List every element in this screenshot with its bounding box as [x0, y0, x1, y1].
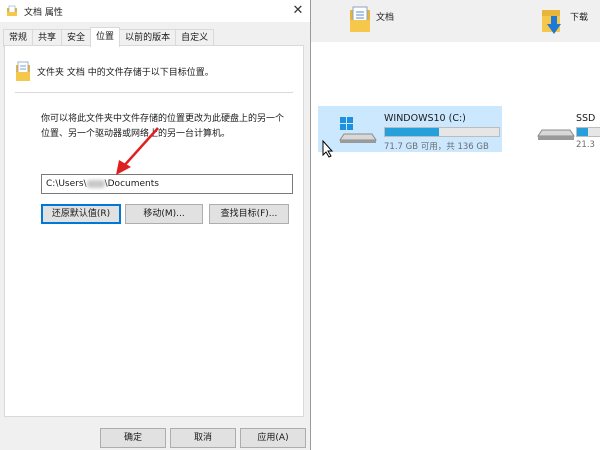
mouse-cursor-icon: [322, 140, 334, 158]
documents-folder-icon: [7, 5, 17, 16]
drive-capacity: 71.7 GB 可用，共 136 GB: [384, 142, 489, 152]
drive-usage-bar: [384, 127, 500, 137]
tab-strip: 常规 共享 安全 位置 以前的版本 自定义: [3, 27, 215, 47]
downloads-folder-icon: [542, 10, 561, 34]
title-bar: 文档 属性 ✕: [0, 0, 310, 22]
description-text: 文件夹 文档 中的文件存储于以下目标位置。: [37, 67, 214, 78]
drive-c[interactable]: WINDOWS10 (C:) 71.7 GB 可用，共 136 GB: [318, 106, 502, 152]
folder-strip: 文档 下载: [310, 0, 600, 42]
file-explorer: 文档 下载 WINDOWS10 (C:) 71.7 GB 可用，共 136 GB: [310, 0, 600, 450]
drive-capacity: 21.3: [576, 140, 595, 150]
documents-folder-icon: [16, 61, 30, 81]
location-path-input[interactable]: C:\Users\ \Documents: [41, 174, 293, 194]
location-panel: 文件夹 文档 中的文件存储于以下目标位置。 你可以将此文件夹中文件存储的位置更改…: [4, 45, 304, 417]
find-target-button[interactable]: 查找目标(F)...: [209, 204, 289, 224]
apply-button[interactable]: 应用(A): [240, 428, 306, 448]
dialog-title: 文档 属性: [24, 8, 63, 18]
path-suffix: \Documents: [104, 179, 159, 189]
restore-default-button[interactable]: 还原默认值(R): [41, 204, 121, 224]
divider: [15, 92, 293, 93]
close-icon[interactable]: ✕: [286, 0, 310, 22]
folder-label: 文档: [376, 13, 395, 23]
drive-ssd[interactable]: SSD 21.3: [536, 106, 600, 152]
documents-folder-icon: [350, 6, 370, 32]
drive-name: WINDOWS10 (C:): [384, 113, 466, 124]
drive-usage-fill: [385, 128, 439, 136]
explanation-text: 你可以将此文件夹中文件存储的位置更改为此硬盘上的另一个位置、另一个驱动器或网络上…: [41, 114, 285, 139]
move-button[interactable]: 移动(M)...: [125, 204, 203, 224]
path-prefix: C:\Users\: [46, 179, 87, 189]
windows-drive-icon: [339, 117, 377, 143]
ok-button[interactable]: 确定: [100, 428, 166, 448]
drive-icon: [537, 129, 575, 140]
cancel-button[interactable]: 取消: [170, 428, 236, 448]
drive-usage-fill: [577, 128, 589, 136]
drive-name: SSD: [576, 113, 596, 124]
folder-documents[interactable]: 文档: [348, 4, 394, 34]
folder-downloads[interactable]: 下载: [540, 4, 588, 36]
properties-dialog: 文档 属性 ✕ 常规 共享 安全 位置 以前的版本 自定义 文件夹 文档 中的文…: [0, 0, 311, 450]
tab-location[interactable]: 位置: [90, 27, 121, 47]
location-description: 文件夹 文档 中的文件存储于以下目标位置。: [15, 60, 214, 82]
drive-usage-bar: [576, 127, 600, 137]
folder-label: 下载: [570, 13, 589, 23]
redacted-username: [86, 179, 105, 188]
